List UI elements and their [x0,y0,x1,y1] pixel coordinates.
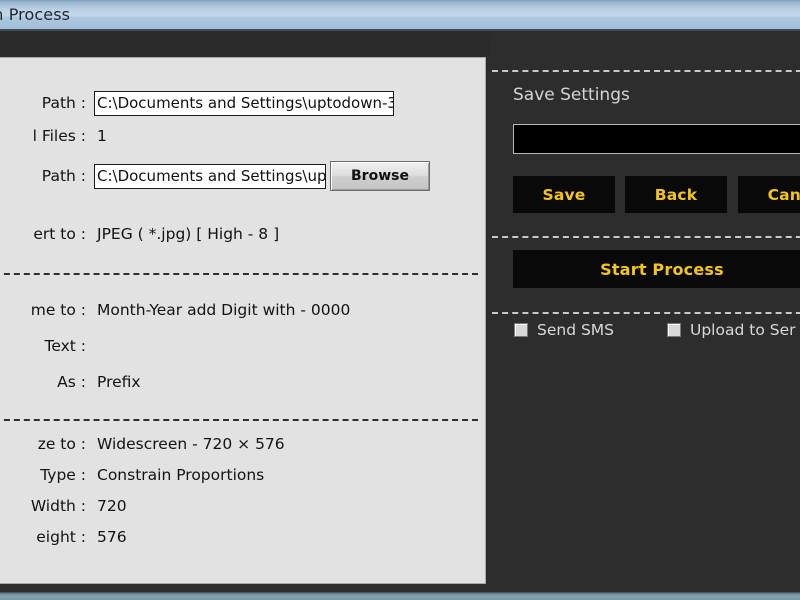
start-process-button[interactable]: Start Process [513,250,800,288]
value-as: Prefix [97,373,141,391]
row-add-text: Text : [0,333,485,359]
row-resize-type: Type : Constrain Proportions [0,462,485,488]
value-resize-type: Constrain Proportions [97,466,265,484]
separator-1 [0,273,478,275]
label-convert-to: ert to : [33,225,86,243]
value-total-files: 1 [97,127,107,145]
row-target-path: Path : C:\Documents and Settings\uptod B… [0,161,485,191]
row-rename-to: me to : Month-Year add Digit with - 0000 [0,297,485,323]
row-total-files: l Files : 1 [0,123,485,149]
back-button[interactable]: Back [625,176,727,213]
separator-bottom [492,312,800,314]
label-source-path: Path : [41,94,86,112]
separator-middle [492,236,800,238]
window-bottom-edge [0,592,800,600]
label-add-text: Text : [44,337,87,355]
label-resize-to: ze to : [37,435,86,453]
window-title: tch Process [0,5,71,24]
source-path-input[interactable]: C:\Documents and Settings\uptodown-3\Esc… [94,90,394,116]
browse-button[interactable]: Browse [330,161,430,191]
label-total-files: l Files : [32,127,86,145]
label-target-path: Path : [41,167,86,185]
row-height: eight : 576 [0,524,485,550]
send-sms-label: Send SMS [537,321,615,339]
cancel-button[interactable]: Canc [738,176,800,213]
window-titlebar[interactable]: tch Process [0,0,800,31]
row-width: Width : 720 [0,493,485,519]
value-width: 720 [97,497,127,515]
row-source-path: Path : C:\Documents and Settings\uptodow… [0,90,485,116]
target-path-input[interactable]: C:\Documents and Settings\uptod [94,163,326,189]
batch-process-window: tch Process Path : C:\Documents and Sett… [0,0,800,600]
label-rename-to: me to : [30,301,86,319]
checkbox-upload-to-server[interactable]: Upload to Ser [667,321,795,339]
value-convert-to: JPEG ( *.jpg) [ High - 8 ] [97,225,280,243]
action-panel: Save Settings Save Back Canc Start Proce… [490,33,800,583]
label-width: Width : [30,497,86,515]
row-as: As : Prefix [0,369,485,395]
separator-top [492,70,800,72]
value-height: 576 [97,528,127,546]
save-settings-heading: Save Settings [513,85,630,105]
value-rename-to: Month-Year add Digit with - 0000 [97,301,351,319]
label-resize-type: Type : [40,466,86,484]
settings-name-input[interactable] [513,124,800,154]
label-height: eight : [36,528,86,546]
label-as: As : [57,373,86,391]
upload-to-server-checkbox-box[interactable] [667,323,681,337]
settings-summary-panel: Path : C:\Documents and Settings\uptodow… [0,57,486,584]
checkbox-send-sms[interactable]: Send SMS [514,321,614,339]
separator-2 [0,419,478,421]
row-convert-to: ert to : JPEG ( *.jpg) [ High - 8 ] [0,221,485,247]
value-resize-to: Widescreen - 720 × 576 [97,435,285,453]
send-sms-checkbox-box[interactable] [514,323,528,337]
save-button[interactable]: Save [513,176,615,213]
row-resize-to: ze to : Widescreen - 720 × 576 [0,431,485,457]
upload-to-server-label: Upload to Ser [690,321,796,339]
